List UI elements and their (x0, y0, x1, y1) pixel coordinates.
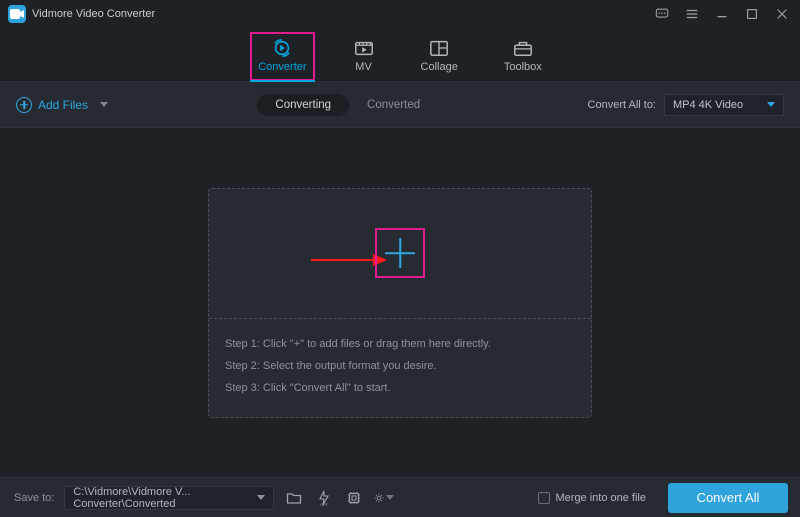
tab-label: Collage (421, 61, 458, 73)
plus-circle-icon (16, 97, 32, 113)
convert-all-button[interactable]: Convert All (668, 483, 788, 513)
maximize-icon (745, 7, 759, 21)
folder-icon (286, 490, 302, 506)
feedback-button[interactable] (654, 6, 670, 22)
merge-checkbox[interactable]: Merge into one file (538, 492, 647, 504)
convert-all-to-label: Convert All to: (588, 99, 656, 111)
chat-ellipsis-icon (655, 7, 669, 21)
tab-collage[interactable]: Collage (419, 34, 460, 77)
segment-converting[interactable]: Converting (257, 94, 349, 116)
tab-label: MV (355, 61, 372, 73)
checkbox-box (538, 492, 550, 504)
instruction-steps: Step 1: Click "+" to add files or drag t… (209, 319, 591, 417)
hardware-accel-button[interactable]: OFF (314, 488, 334, 508)
annotation-arrow (311, 253, 381, 255)
toolbox-icon (512, 38, 534, 58)
add-files-plus-button[interactable] (375, 228, 425, 278)
convert-all-format-dropdown[interactable]: MP4 4K Video (664, 94, 784, 116)
save-path-dropdown[interactable]: C:\Vidmore\Vidmore V... Converter\Conver… (64, 486, 274, 510)
save-path-value: C:\Vidmore\Vidmore V... Converter\Conver… (73, 486, 251, 510)
app-logo (8, 5, 26, 23)
app-logo-icon (8, 5, 26, 23)
toolbar: Add Files Converting Converted Convert A… (0, 82, 800, 128)
gear-icon (374, 490, 384, 506)
segment-label: Converting (275, 99, 331, 111)
tab-converter[interactable]: Converter (256, 34, 308, 77)
app-title: Vidmore Video Converter (32, 8, 155, 20)
lightning-off-icon: OFF (316, 490, 332, 506)
chevron-down-icon (767, 102, 775, 107)
merge-label: Merge into one file (556, 492, 647, 504)
step-line: Step 1: Click "+" to add files or drag t… (225, 333, 575, 355)
titlebar: Vidmore Video Converter (0, 0, 800, 28)
mv-icon (353, 38, 375, 58)
segment-converted[interactable]: Converted (349, 94, 438, 116)
settings-button[interactable] (374, 488, 394, 508)
step-line: Step 2: Select the output format you des… (225, 355, 575, 377)
drop-zone-upper (209, 189, 591, 319)
chevron-down-icon (386, 495, 394, 500)
nav-tabs: Converter MV Collage To (256, 34, 544, 81)
status-segmented: Converting Converted (257, 94, 438, 116)
open-folder-button[interactable] (284, 488, 304, 508)
chevron-down-icon (100, 102, 108, 107)
dropdown-value: MP4 4K Video (673, 99, 743, 111)
save-to-label: Save to: (14, 492, 54, 504)
tab-label: Converter (258, 61, 306, 73)
close-button[interactable] (774, 6, 790, 22)
hamburger-icon (685, 7, 699, 21)
chevron-down-icon (257, 495, 265, 500)
add-files-label: Add Files (38, 98, 88, 112)
tab-mv[interactable]: MV (351, 34, 377, 77)
tab-label: Toolbox (504, 61, 542, 73)
collage-icon (428, 38, 450, 58)
svg-text:OFF: OFF (320, 502, 329, 506)
main-nav: Converter MV Collage To (0, 28, 800, 82)
segment-label: Converted (367, 99, 420, 111)
tab-toolbox[interactable]: Toolbox (502, 34, 544, 77)
workspace: Step 1: Click "+" to add files or drag t… (0, 128, 800, 477)
drop-zone[interactable]: Step 1: Click "+" to add files or drag t… (208, 188, 592, 418)
minimize-icon (715, 7, 729, 21)
high-speed-button[interactable] (344, 488, 364, 508)
maximize-button[interactable] (744, 6, 760, 22)
step-line: Step 3: Click "Convert All" to start. (225, 377, 575, 399)
bottom-bar: Save to: C:\Vidmore\Vidmore V... Convert… (0, 477, 800, 517)
chip-icon (346, 490, 362, 506)
menu-button[interactable] (684, 6, 700, 22)
close-icon (775, 7, 789, 21)
converter-icon (271, 38, 293, 58)
add-files-button[interactable]: Add Files (16, 97, 108, 113)
minimize-button[interactable] (714, 6, 730, 22)
button-label: Convert All (697, 490, 760, 505)
